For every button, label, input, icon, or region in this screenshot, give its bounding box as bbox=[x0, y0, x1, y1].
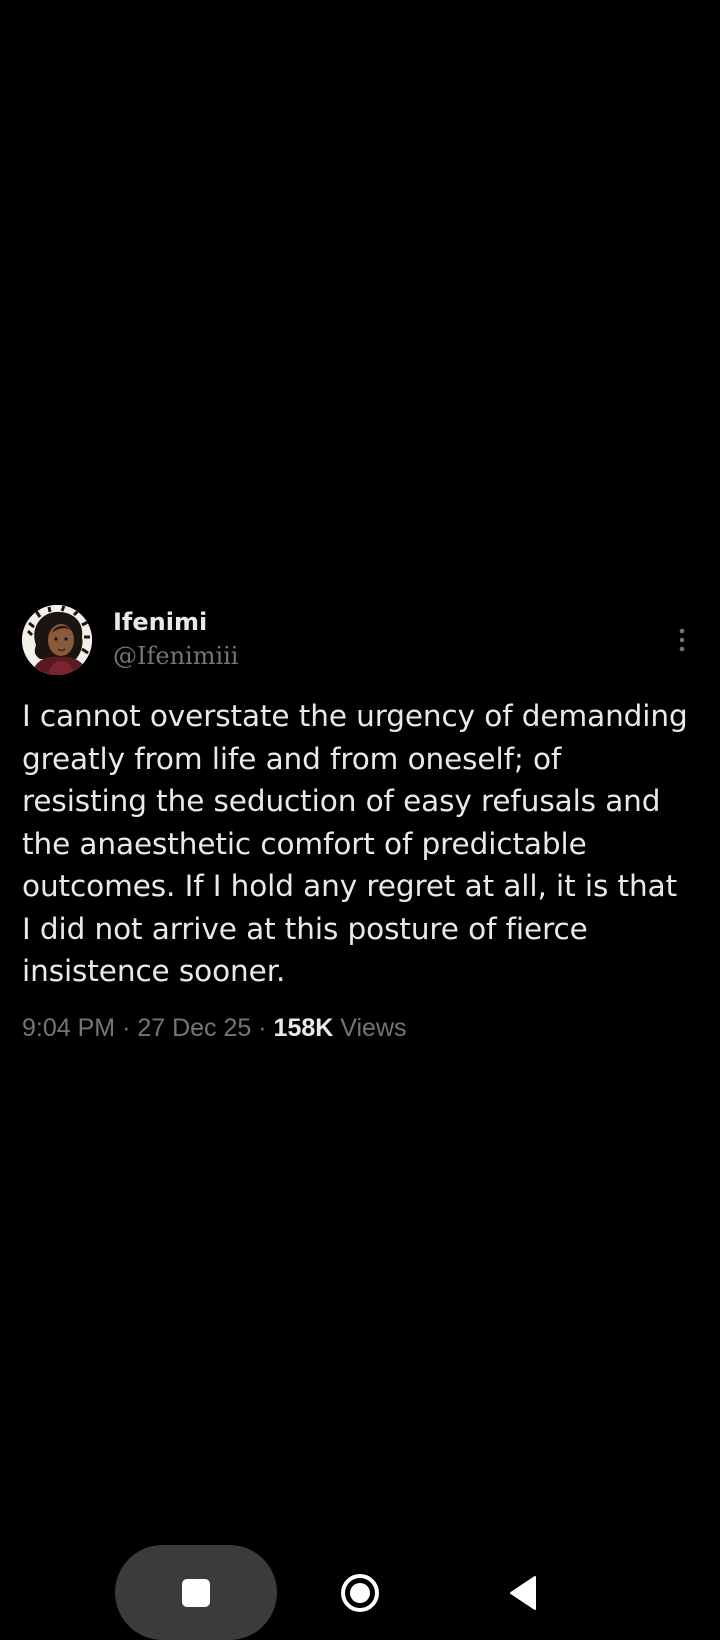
tweet-header: Ifenimi @Ifenimiii bbox=[22, 605, 702, 681]
circle-icon bbox=[341, 1574, 379, 1612]
tweet-time[interactable]: 9:04 PM bbox=[22, 1014, 115, 1042]
square-icon bbox=[182, 1578, 210, 1607]
views-label: Views bbox=[340, 1013, 407, 1042]
home-button[interactable] bbox=[340, 1573, 380, 1613]
triangle-back-icon bbox=[510, 1576, 536, 1610]
recents-button[interactable] bbox=[115, 1545, 277, 1640]
tweet-date[interactable]: 27 Dec 25 bbox=[137, 1014, 251, 1042]
back-button[interactable] bbox=[508, 1575, 538, 1611]
more-options-button[interactable] bbox=[670, 625, 694, 655]
user-info: Ifenimi @Ifenimiii bbox=[113, 605, 238, 673]
user-handle[interactable]: @Ifenimiii bbox=[113, 639, 238, 673]
display-name[interactable]: Ifenimi bbox=[113, 605, 238, 639]
more-vertical-icon bbox=[679, 628, 685, 652]
tweet[interactable]: Ifenimi @Ifenimiii I cannot overstate th… bbox=[22, 605, 702, 1045]
meta-separator: · bbox=[122, 1013, 131, 1042]
tweet-text: I cannot overstate the urgency of demand… bbox=[22, 699, 688, 988]
tweet-meta: 9:04 PM · 27 Dec 25 · 158K Views bbox=[22, 1011, 702, 1045]
meta-separator: · bbox=[258, 1013, 267, 1042]
views-count[interactable]: 158K bbox=[274, 1014, 334, 1042]
avatar[interactable] bbox=[22, 605, 92, 675]
system-navigation-bar bbox=[0, 1545, 720, 1640]
